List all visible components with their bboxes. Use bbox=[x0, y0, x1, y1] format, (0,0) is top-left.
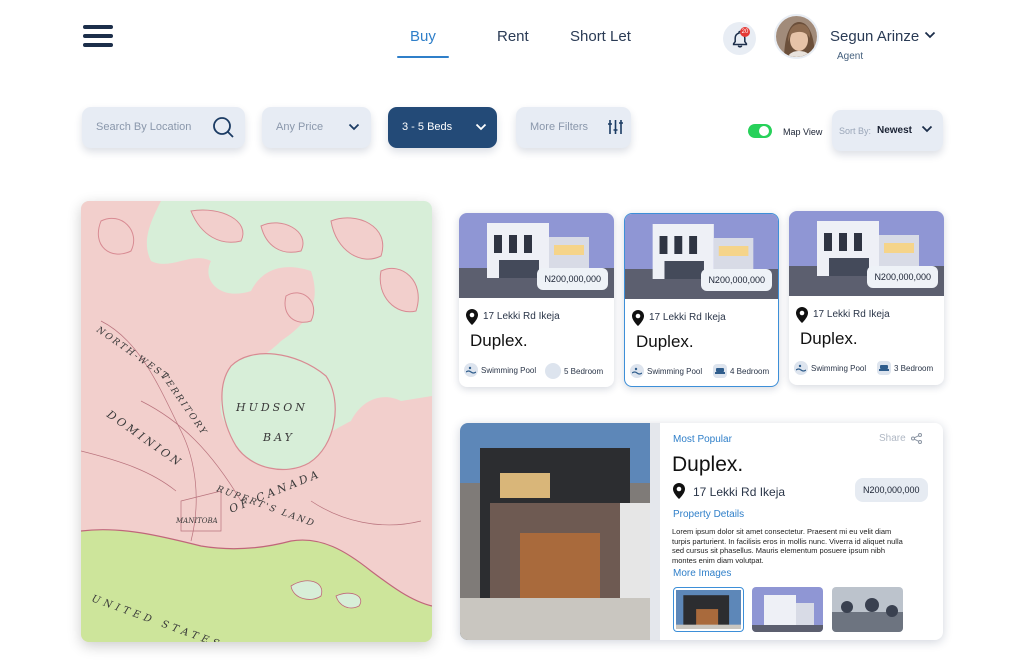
location-pin-icon bbox=[796, 307, 808, 323]
listing-bedrooms-label: 4 Bedroom bbox=[730, 366, 770, 376]
listing-bedrooms: 3 Bedroom bbox=[877, 361, 933, 375]
more-filters-label: More Filters bbox=[530, 121, 589, 133]
chevron-down-icon bbox=[348, 123, 360, 131]
menu-icon[interactable] bbox=[83, 25, 113, 47]
swimming-pool-icon bbox=[630, 364, 644, 378]
search-placeholder: Search By Location bbox=[96, 121, 192, 133]
swimming-pool-icon bbox=[464, 363, 478, 377]
listing-card[interactable]: N200,000,000 17 Lekki Rd Ikeja Duplex. S… bbox=[459, 213, 614, 387]
listing-address: 17 Lekki Rd Ikeja bbox=[483, 311, 560, 322]
price-label: Any Price bbox=[276, 121, 324, 133]
featured-description: Lorem ipsum dolor sit amet consectetur. … bbox=[672, 527, 903, 565]
user-name: Segun Arinze bbox=[830, 28, 920, 45]
price-dropdown[interactable]: Any Price bbox=[262, 107, 371, 148]
avatar[interactable] bbox=[774, 14, 819, 59]
tab-short-let[interactable]: Short Let bbox=[570, 28, 631, 45]
sliders-icon bbox=[608, 120, 623, 134]
chevron-down-icon bbox=[475, 123, 487, 131]
featured-listing[interactable]: Most Popular Share Duplex. 17 Lekki Rd I… bbox=[460, 423, 943, 640]
search-icon[interactable] bbox=[212, 116, 235, 139]
property-details-link[interactable]: Property Details bbox=[673, 509, 744, 520]
location-pin-icon bbox=[673, 483, 685, 499]
map-label-manitoba: MANITOBA bbox=[175, 517, 218, 525]
map-label-bay: BAY bbox=[262, 431, 295, 444]
bedroom-icon bbox=[545, 363, 561, 379]
share-icon bbox=[910, 433, 922, 444]
featured-address: 17 Lekki Rd Ikeja bbox=[693, 485, 786, 499]
listing-title: Duplex. bbox=[800, 329, 858, 348]
listing-bedrooms-label: 3 Bedroom bbox=[894, 363, 934, 373]
listing-bedrooms: 4 Bedroom bbox=[713, 364, 769, 378]
listing-price: N200,000,000 bbox=[701, 269, 772, 291]
search-input[interactable]: Search By Location bbox=[82, 107, 245, 148]
listing-feature: Swimming Pool bbox=[630, 364, 702, 378]
listing-address: 17 Lekki Rd Ikeja bbox=[649, 312, 726, 323]
map-view-toggle[interactable] bbox=[748, 124, 772, 138]
image-thumbnail[interactable] bbox=[752, 587, 823, 632]
featured-photo[interactable] bbox=[460, 423, 659, 640]
listing-feature: Swimming Pool bbox=[794, 361, 866, 375]
chevron-down-icon[interactable] bbox=[924, 30, 936, 40]
share-label: Share bbox=[879, 433, 906, 444]
tab-buy-underline bbox=[397, 56, 449, 58]
map-view[interactable]: HUDSON BAY MANITOBA NORTH-WEST TERRITORY… bbox=[81, 201, 432, 642]
listing-title: Duplex. bbox=[470, 331, 528, 350]
tab-rent[interactable]: Rent bbox=[497, 28, 529, 45]
share-button[interactable]: Share bbox=[879, 433, 922, 444]
more-filters-button[interactable]: More Filters bbox=[516, 107, 631, 148]
beds-dropdown[interactable]: 3 - 5 Beds bbox=[388, 107, 497, 148]
listing-card[interactable]: N200,000,000 17 Lekki Rd Ikeja Duplex. S… bbox=[624, 213, 779, 387]
listing-bedrooms: 5 Bedroom bbox=[545, 363, 603, 379]
listing-address: 17 Lekki Rd Ikeja bbox=[813, 309, 890, 320]
listing-title: Duplex. bbox=[636, 332, 694, 351]
listing-feature: Swimming Pool bbox=[464, 363, 536, 377]
listing-bedrooms-label: 5 Bedroom bbox=[564, 366, 604, 376]
listing-price: N200,000,000 bbox=[537, 268, 608, 290]
user-role: Agent bbox=[837, 51, 864, 62]
listing-feature-label: Swimming Pool bbox=[481, 365, 537, 375]
beds-label: 3 - 5 Beds bbox=[402, 121, 453, 133]
swimming-pool-icon bbox=[794, 361, 808, 375]
image-thumbnail[interactable] bbox=[832, 587, 903, 632]
bed-icon bbox=[877, 361, 891, 375]
sort-label: Sort By: bbox=[839, 126, 872, 136]
notification-badge: 20 bbox=[740, 27, 750, 37]
more-images-link[interactable]: More Images bbox=[673, 568, 731, 579]
listing-price: N200,000,000 bbox=[867, 266, 938, 288]
location-pin-icon bbox=[466, 309, 478, 325]
map-view-label: Map View bbox=[783, 127, 823, 137]
listing-feature-label: Swimming Pool bbox=[647, 366, 703, 376]
listing-card[interactable]: N200,000,000 17 Lekki Rd Ikeja Duplex. S… bbox=[789, 211, 944, 385]
chevron-down-icon bbox=[921, 125, 933, 133]
featured-title: Duplex. bbox=[672, 453, 744, 476]
listing-feature-label: Swimming Pool bbox=[811, 363, 867, 373]
bed-icon bbox=[713, 364, 727, 378]
location-pin-icon bbox=[632, 310, 644, 326]
featured-tag: Most Popular bbox=[673, 434, 732, 445]
sort-dropdown[interactable]: Sort By: Newest bbox=[832, 110, 943, 151]
image-thumbnail[interactable] bbox=[673, 587, 744, 632]
map-label-hudson: HUDSON bbox=[235, 401, 308, 414]
tab-buy[interactable]: Buy bbox=[410, 28, 436, 45]
featured-price: N200,000,000 bbox=[855, 478, 928, 502]
notification-button[interactable]: 20 bbox=[723, 22, 756, 55]
sort-value: Newest bbox=[877, 125, 913, 136]
